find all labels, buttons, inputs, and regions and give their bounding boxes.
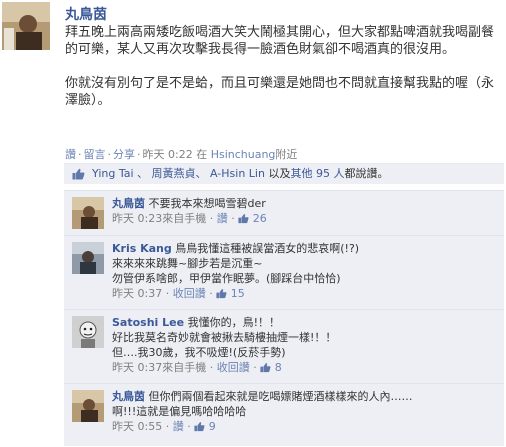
comment-like-link[interactable]: 讚: [173, 420, 184, 433]
location-prefix: 在: [196, 148, 211, 161]
thumbs-up-icon: [194, 422, 205, 432]
comment-line: 好比我莫名奇妙就會被揪去騎樓抽煙一樣!！！: [112, 331, 337, 344]
comment-item: 丸鳥茵 不要我本來想喝雪碧der 昨天 0:23來自手機 · 讚 · 26: [64, 190, 504, 235]
comment-meta: 昨天 0:55 · 讚 · 9: [112, 420, 216, 433]
comment-meta: 昨天 0:23來自手機 · 讚 · 26: [112, 212, 267, 225]
comment-like-link[interactable]: 讚: [217, 212, 228, 225]
other-likers-link[interactable]: 其他 95 人: [290, 167, 344, 180]
comment-via: 來自手機: [162, 212, 207, 225]
location-link[interactable]: Hsinchuang: [211, 148, 276, 161]
comment-like-count[interactable]: 8: [275, 361, 282, 374]
comment-line: 不要我本來想喝雪碧der: [148, 197, 266, 210]
location-suffix: 附近: [275, 148, 298, 161]
thumbs-up-icon: [238, 214, 249, 224]
comment-like-count[interactable]: 26: [253, 212, 267, 225]
comment-meta: 昨天 0:37來自手機 · 收回讚 · 8: [112, 361, 282, 374]
comment-content: Kris Kang 鳥鳥我懂這種被誤當酒女的悲哀啊(!?) 來來來來跳舞~腳步若…: [112, 241, 497, 301]
likes-and: 以及: [264, 167, 291, 180]
comment-timestamp[interactable]: 昨天 0:55: [112, 420, 162, 433]
comment-item: Satoshi Lee 我懂你的，鳥!！！ 好比我莫名奇妙就會被揪去騎樓抽煙一樣…: [64, 309, 504, 383]
profile-photo-icon: [72, 197, 104, 229]
share-link[interactable]: 分享: [113, 148, 135, 161]
thumbs-up-icon: [260, 363, 271, 373]
comment-meta: 昨天 0:37 · 收回讚 · 15: [112, 287, 245, 300]
comment-line: 鳥鳥我懂這種被誤當酒女的悲哀啊(!?): [175, 242, 360, 255]
comment-via: 來自手機: [162, 361, 207, 374]
commenter-avatar[interactable]: [72, 197, 104, 229]
commenter-name[interactable]: Satoshi Lee: [112, 316, 184, 329]
post-actions: 讚 · 留言 · 分享 · 昨天 0:22 在 Hsinchuang附近: [65, 148, 298, 161]
comment-timestamp[interactable]: 昨天 0:37: [112, 361, 162, 374]
profile-photo-icon: [72, 242, 104, 274]
commenter-avatar[interactable]: [72, 316, 104, 348]
profile-photo-icon: [72, 390, 104, 422]
thumbs-up-icon: [216, 289, 227, 299]
post-body: 拜五晚上兩高兩矮吃飯喝酒大笑大鬧極其開心，但大家都點啤酒就我喝副餐的可樂，某人又…: [65, 24, 501, 126]
comment-like-count[interactable]: 9: [209, 420, 216, 433]
thumbs-up-icon: [72, 168, 85, 180]
author-avatar[interactable]: [2, 2, 50, 50]
profile-photo-icon: [72, 316, 104, 348]
commenter-name[interactable]: Kris Kang: [112, 242, 172, 255]
likes-suffix: 都說讚。: [344, 167, 389, 180]
comment-like-count[interactable]: 15: [231, 287, 245, 300]
comment-line: 勿管伊系啥郎，甲伊當作眠夢。(腳踩台中恰恰): [112, 272, 341, 285]
post-author-name[interactable]: 丸鳥茵: [65, 4, 107, 24]
like-link[interactable]: 讚: [65, 148, 76, 161]
post-paragraph: 你就沒有別句了是不是蛤，而且可樂還是她問也不問就直接幫我點的喔（永澤臉）。: [65, 76, 495, 108]
comment-unlike-link[interactable]: 收回讚: [173, 287, 206, 300]
comment-item: 丸鳥茵 但你們兩個看起來就是吃喝嫖賭煙酒樣樣來的人內…… 啊!!!這就是偏見嗎哈…: [64, 383, 504, 446]
comment-content: Satoshi Lee 我懂你的，鳥!！！ 好比我莫名奇妙就會被揪去騎樓抽煙一樣…: [112, 315, 497, 375]
comment-unlike-link[interactable]: 收回讚: [217, 361, 250, 374]
liker-names[interactable]: Ying Tai 、 周黃燕貞、 A-Hsin Lin: [92, 167, 265, 180]
likes-summary: Ying Tai 、 周黃燕貞、 A-Hsin Lin 以及其他 95 人都說讚…: [64, 163, 504, 184]
comment-content: 丸鳥茵 但你們兩個看起來就是吃喝嫖賭煙酒樣樣來的人內…… 啊!!!這就是偏見嗎哈…: [112, 389, 497, 434]
comment-line: 但….我30歲，我不吸煙!(反菸手勢): [112, 346, 286, 359]
commenter-name[interactable]: 丸鳥茵: [112, 390, 145, 403]
comment-line: 啊!!!這就是偏見嗎哈哈哈哈: [112, 405, 247, 418]
post-timestamp[interactable]: 昨天 0:22: [143, 148, 193, 161]
profile-photo-icon: [2, 2, 50, 50]
comment-line: 但你們兩個看起來就是吃喝嫖賭煙酒樣樣來的人內……: [148, 390, 413, 403]
comment-item: Kris Kang 鳥鳥我懂這種被誤當酒女的悲哀啊(!?) 來來來來跳舞~腳步若…: [64, 235, 504, 309]
comment-line: 我懂你的，鳥!！！: [187, 316, 280, 329]
comment-content: 丸鳥茵 不要我本來想喝雪碧der 昨天 0:23來自手機 · 讚 · 26: [112, 196, 497, 226]
comment-line: 來來來來跳舞~腳步若是沉重~: [112, 257, 263, 270]
commenter-avatar[interactable]: [72, 242, 104, 274]
post-paragraph: 拜五晚上兩高兩矮吃飯喝酒大笑大鬧極其開心，但大家都點啤酒就我喝副餐的可樂，某人又…: [65, 25, 495, 57]
commenter-avatar[interactable]: [72, 390, 104, 422]
comment-link[interactable]: 留言: [84, 148, 106, 161]
comment-timestamp[interactable]: 昨天 0:37: [112, 287, 162, 300]
comment-timestamp[interactable]: 昨天 0:23: [112, 212, 162, 225]
commenter-name[interactable]: 丸鳥茵: [112, 197, 145, 210]
